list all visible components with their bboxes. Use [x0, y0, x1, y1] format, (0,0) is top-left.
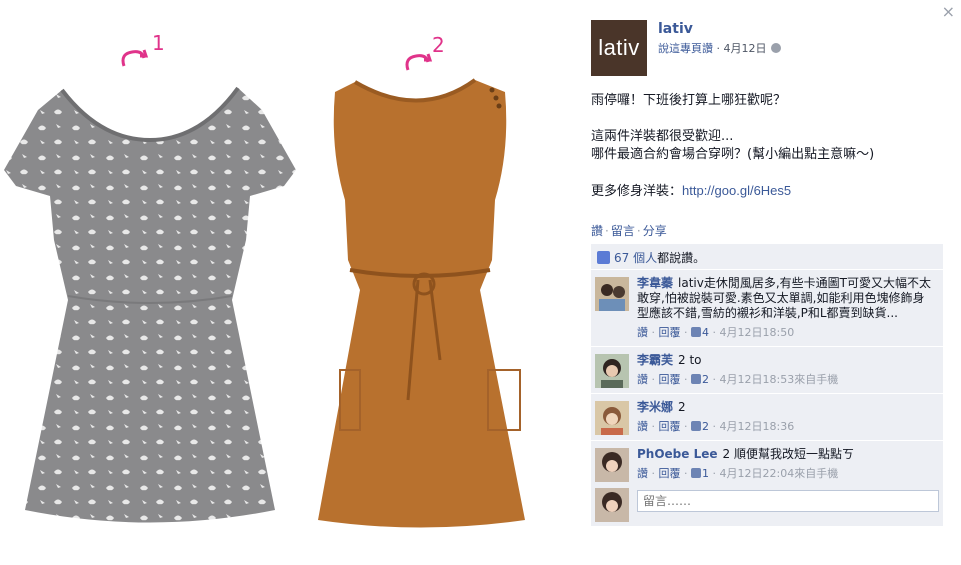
share-action[interactable]: 分享 [643, 224, 667, 238]
thumbs-up-icon [597, 251, 610, 264]
comment-body: 李霸芙 2 to [637, 353, 935, 368]
comment-author[interactable]: 李韋蓁 [637, 276, 673, 290]
comment-item: 李韋蓁 lativ走休閒風居多,有些卡通圖T可愛又大幅不太敢穿,怕被說裝可愛.素色… [591, 270, 943, 347]
comment-item: 李米娜 2 讚 · 回覆 · 2 · 4月12日18:36 [591, 394, 943, 441]
post-message: 雨停囉！下班後打算上哪狂歡呢？ 這兩件洋裝都很受歡迎... 哪件最適合約會場合穿… [591, 92, 951, 219]
comment-action[interactable]: 留言 [611, 224, 635, 238]
svg-text:2: 2 [432, 33, 445, 57]
comment-reply-link[interactable]: 回覆 [659, 467, 681, 480]
globe-icon [770, 43, 781, 53]
comment-body: 李米娜 2 [637, 400, 935, 415]
like-count-icon [691, 327, 701, 337]
like-page-link[interactable]: 說這專頁讚 [658, 42, 713, 55]
close-icon[interactable]: × [942, 2, 955, 22]
comment-item: PhOebe Lee 2 順便幫我改短一點點ㄎ 讚 · 回覆 · 1 · 4月12… [591, 441, 943, 488]
avatar[interactable] [595, 277, 629, 311]
comment-time[interactable]: 4月12日18:53來自手機 [720, 373, 839, 386]
post-sidebar: × lativ lativ 說這專頁讚 · 4月12日 雨停囉！下班後打算上哪狂… [569, 0, 961, 565]
likes-summary: 67 個人都說讚。 [591, 244, 943, 270]
svg-text:1: 1 [152, 31, 165, 55]
avatar[interactable] [595, 354, 629, 388]
like-count-icon [691, 421, 701, 431]
like-action[interactable]: 讚 [591, 224, 603, 238]
comment-time[interactable]: 4月12日18:50 [720, 326, 795, 339]
comment-reply-link[interactable]: 回覆 [659, 373, 681, 386]
comment-reply-link[interactable]: 回覆 [659, 326, 681, 339]
comment-like-count[interactable]: 4 [702, 326, 709, 339]
comment-item: 李霸芙 2 to 讚 · 回覆 · 2 · 4月12日18:53來自手機 [591, 347, 943, 394]
avatar[interactable] [595, 401, 629, 435]
comment-text: 2 [678, 400, 686, 414]
comment-body: PhOebe Lee 2 順便幫我改短一點點ㄎ [637, 447, 935, 462]
comment-like-count[interactable]: 2 [702, 373, 709, 386]
page-name-link[interactable]: lativ [658, 21, 693, 37]
comment-author[interactable]: 李霸芙 [637, 353, 673, 367]
post-meta: 說這專頁讚 · 4月12日 [658, 40, 781, 56]
comment-author[interactable]: PhOebe Lee [637, 447, 718, 461]
post-date[interactable]: 4月12日 [724, 42, 767, 55]
brown-tie-dress [318, 78, 525, 528]
comment-meta: 讚 · 回覆 · 4 · 4月12日18:50 [637, 326, 795, 339]
like-count-icon [691, 374, 701, 384]
like-count-icon [691, 468, 701, 478]
composer-box [591, 484, 943, 526]
comment-meta: 讚 · 回覆 · 2 · 4月12日18:36 [637, 420, 795, 433]
post-actions: 讚 · 留言 · 分享 [591, 222, 667, 239]
avatar[interactable] [595, 448, 629, 482]
comment-like-link[interactable]: 讚 [637, 467, 648, 480]
post-line-4-prefix: 更多修身洋裝： [591, 184, 683, 199]
comment-like-count[interactable]: 1 [702, 467, 709, 480]
comment-text: lativ走休閒風居多,有些卡通圖T可愛又大幅不太敢穿,怕被說裝可愛.素色又太單… [637, 276, 931, 320]
comment-body: 李韋蓁 lativ走休閒風居多,有些卡通圖T可愛又大幅不太敢穿,怕被說裝可愛.素色… [637, 276, 935, 321]
comment-meta: 讚 · 回覆 · 2 · 4月12日18:53來自手機 [637, 373, 839, 386]
grey-bird-dress [4, 86, 296, 523]
comment-like-link[interactable]: 讚 [637, 420, 648, 433]
post-line-2: 這兩件洋裝都很受歡迎... [591, 129, 734, 144]
avatar [595, 488, 629, 522]
comment-text: 2 to [678, 353, 702, 367]
comment-like-link[interactable]: 讚 [637, 373, 648, 386]
dresses-image: 1 2 [4, 31, 525, 528]
likes-count-link[interactable]: 67 個人 [614, 251, 657, 265]
comment-meta: 讚 · 回覆 · 1 · 4月12日22:04來自手機 [637, 467, 839, 480]
post-line-3: 哪件最適合約會場合穿咧？(幫小編出點主意嘛～) [591, 147, 875, 162]
comment-author[interactable]: 李米娜 [637, 400, 673, 414]
meta-separator: · [713, 42, 724, 55]
post-line-4: 更多修身洋裝：http://goo.gl/6Hes5 [591, 182, 951, 201]
comment-like-count[interactable]: 2 [702, 420, 709, 433]
post-link[interactable]: http://goo.gl/6Hes5 [682, 183, 791, 198]
annotation-2: 2 [405, 33, 445, 71]
comment-reply-link[interactable]: 回覆 [659, 420, 681, 433]
page-logo[interactable]: lativ [591, 20, 647, 76]
comments-section: 67 個人都說讚。 李韋蓁 lativ走休閒風居多,有些卡通圖T可愛又大幅不太敢穿… [591, 244, 943, 488]
comment-time[interactable]: 4月12日22:04來自手機 [720, 467, 839, 480]
comment-composer [569, 484, 961, 565]
annotation-1: 1 [121, 31, 165, 67]
comment-text: 2 順便幫我改短一點點ㄎ [722, 447, 854, 461]
comment-like-link[interactable]: 讚 [637, 326, 648, 339]
comment-input[interactable] [637, 490, 939, 512]
likes-suffix: 都說讚。 [657, 251, 706, 265]
comment-time[interactable]: 4月12日18:36 [720, 420, 795, 433]
post-photo[interactable]: 1 2 [0, 0, 569, 565]
action-separator: · [605, 224, 609, 238]
action-separator: · [636, 224, 641, 238]
post-line-1: 雨停囉！下班後打算上哪狂歡呢？ [591, 93, 787, 108]
